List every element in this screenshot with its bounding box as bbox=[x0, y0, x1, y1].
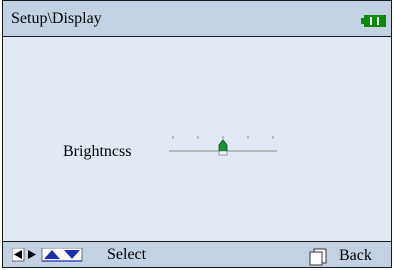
settings-panel: Brightncss bbox=[3, 37, 391, 241]
page-title: Setup\Display bbox=[11, 10, 102, 27]
brightness-label: Brightncss bbox=[63, 143, 132, 160]
back-button[interactable]: Back bbox=[305, 245, 389, 267]
back-label: Back bbox=[339, 247, 372, 264]
right-arrow-icon bbox=[28, 250, 36, 259]
slider-thumb[interactable] bbox=[218, 139, 228, 156]
slider-ticks bbox=[172, 136, 274, 139]
footer-bar: Select Back bbox=[3, 241, 391, 267]
back-page-icon bbox=[309, 248, 327, 266]
battery-full-icon bbox=[361, 15, 386, 27]
nav-keys-icons bbox=[12, 248, 83, 262]
header-bar: Setup\Display bbox=[3, 1, 391, 37]
select-hint: Select bbox=[107, 246, 147, 263]
device-screen: Setup\Display Brightncss Select Back bbox=[2, 0, 392, 268]
brightness-slider[interactable] bbox=[163, 131, 283, 171]
